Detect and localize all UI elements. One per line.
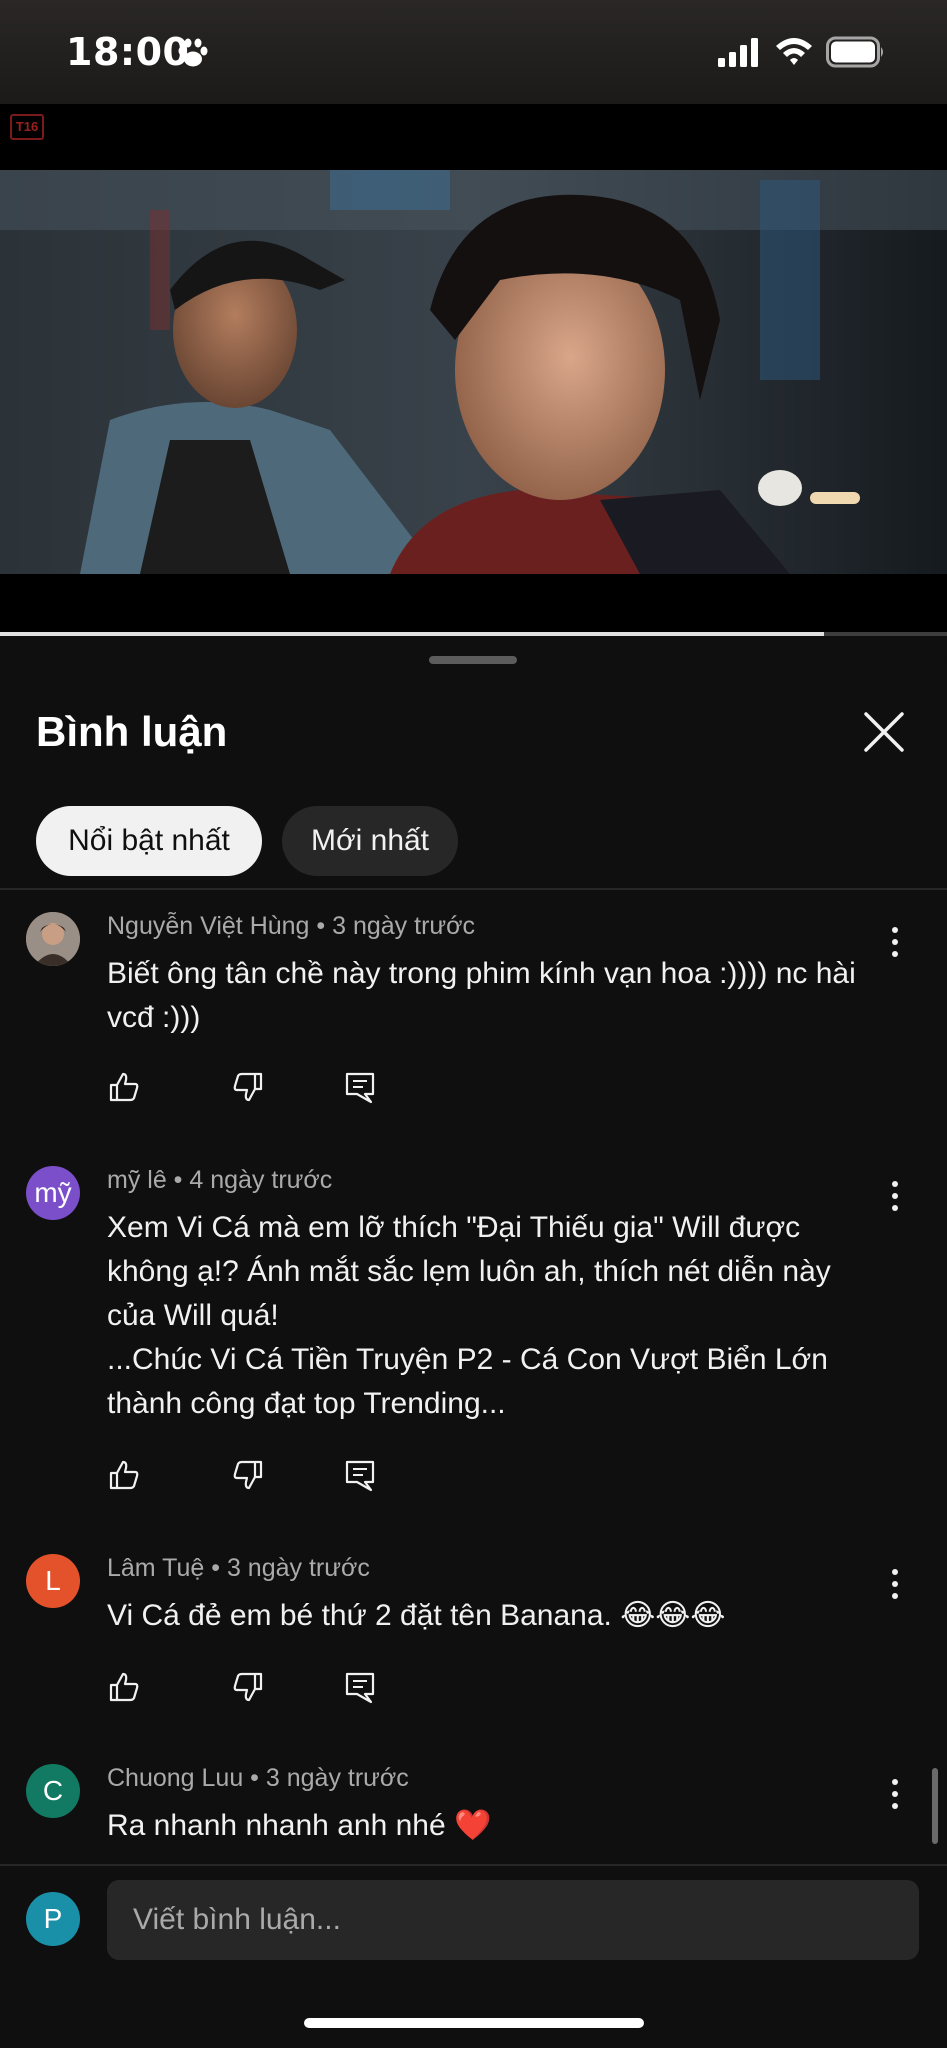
signal-icon <box>718 38 758 67</box>
comment-text: Xem Vi Cá mà em lỡ thích "Đại Thiếu gia"… <box>107 1211 831 1420</box>
more-vert-icon[interactable] <box>880 1774 910 1814</box>
avatar[interactable]: L <box>26 1554 80 1608</box>
status-bar: 18:00 <box>0 0 947 104</box>
avatar[interactable]: mỹ <box>26 1166 80 1220</box>
like-icon[interactable] <box>107 1070 141 1104</box>
comment-time: 3 ngày trước <box>332 912 476 940</box>
comment-item: Nguyễn Việt Hùng • 3 ngày trước Biết ông… <box>0 912 947 1112</box>
comment-time: 3 ngày trước <box>226 1554 370 1582</box>
comment-author[interactable]: mỹ lê <box>107 1166 167 1194</box>
comment-meta: Chuong Luu • 3 ngày trước <box>107 1764 409 1792</box>
comment-author[interactable]: Chuong Luu <box>107 1764 243 1792</box>
comment-item: mỹ mỹ lê • 4 ngày trước Xem Vi Cá mà em … <box>0 1166 947 1496</box>
video-progress-fill <box>0 632 824 636</box>
comments-title: Bình luận <box>36 708 228 755</box>
more-vert-icon[interactable] <box>880 1564 910 1604</box>
chip-newest[interactable]: Mới nhất <box>282 806 458 876</box>
more-vert-icon[interactable] <box>880 1176 910 1216</box>
comment-actions <box>107 1458 407 1498</box>
avatar[interactable]: C <box>26 1764 80 1818</box>
reply-icon[interactable] <box>343 1670 377 1704</box>
comment-text: Biết ông tân chề này trong phim kính vạn… <box>107 957 856 1034</box>
home-indicator[interactable] <box>304 2018 644 2028</box>
video-still-image <box>0 170 947 574</box>
video-frame[interactable] <box>0 170 947 574</box>
comment-meta: mỹ lê • 4 ngày trước <box>107 1166 333 1194</box>
comment-author[interactable]: Nguyễn Việt Hùng <box>107 912 309 940</box>
comment-time: 3 ngày trước <box>265 1764 409 1792</box>
comment-actions <box>107 1670 407 1710</box>
chip-top-comments[interactable]: Nổi bật nhất <box>36 806 262 876</box>
avatar[interactable] <box>26 912 80 966</box>
comment-author[interactable]: Lâm Tuệ <box>107 1554 204 1582</box>
status-time: 18:00 <box>66 30 190 74</box>
scrollbar[interactable] <box>932 1768 938 1844</box>
drag-handle[interactable] <box>429 656 517 664</box>
divider <box>0 888 947 890</box>
current-user-avatar[interactable]: P <box>26 1892 80 1946</box>
comment-actions <box>107 1070 407 1110</box>
divider <box>0 1864 947 1866</box>
close-icon[interactable] <box>860 708 908 756</box>
battery-icon <box>826 36 883 68</box>
comment-item: L Lâm Tuệ • 3 ngày trước Vi Cá đẻ em bé … <box>0 1554 947 1714</box>
video-player[interactable]: T16 <box>0 104 947 636</box>
more-vert-icon[interactable] <box>880 922 910 962</box>
avatar-photo <box>26 912 80 966</box>
age-rating-badge: T16 <box>10 114 44 140</box>
reply-icon[interactable] <box>343 1458 377 1492</box>
comment-text: Vi Cá đẻ em bé thứ 2 đặt tên Banana. 😂😂😂 <box>107 1599 726 1632</box>
paw-icon <box>178 38 208 67</box>
wifi-icon <box>776 38 812 65</box>
like-icon[interactable] <box>107 1458 141 1492</box>
comment-time: 4 ngày trước <box>189 1166 333 1194</box>
dislike-icon[interactable] <box>231 1670 265 1704</box>
reply-icon[interactable] <box>343 1070 377 1104</box>
comment-input[interactable]: Viết bình luận... <box>107 1880 919 1960</box>
dislike-icon[interactable] <box>231 1458 265 1492</box>
dislike-icon[interactable] <box>231 1070 265 1104</box>
comment-meta: Nguyễn Việt Hùng • 3 ngày trước <box>107 912 476 940</box>
like-icon[interactable] <box>107 1670 141 1704</box>
comment-meta: Lâm Tuệ • 3 ngày trước <box>107 1554 370 1582</box>
comment-text: Ra nhanh nhanh anh nhé ❤️ <box>107 1809 492 1842</box>
comment-item: C Chuong Luu • 3 ngày trước Ra nhanh nha… <box>0 1764 947 1854</box>
